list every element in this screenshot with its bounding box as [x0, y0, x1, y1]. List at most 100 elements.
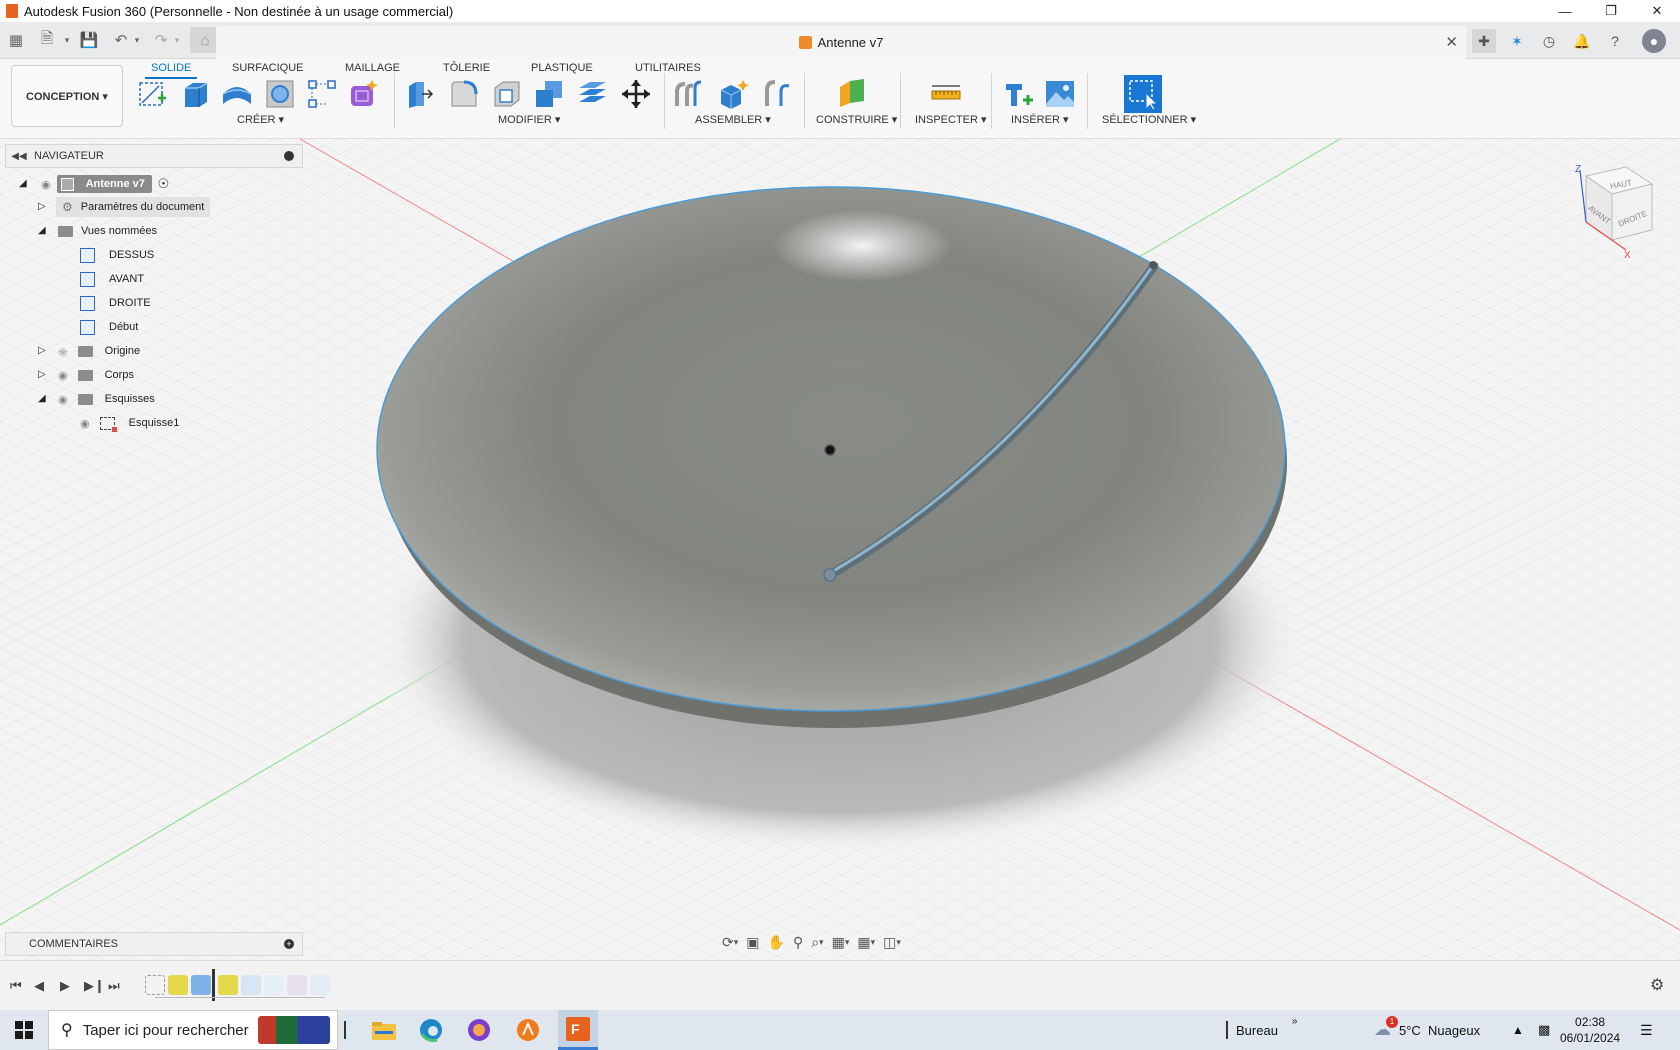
viewport-canvas[interactable]: HAUT AVANT DROITE Z X	[0, 139, 1680, 960]
tab-utilitaires[interactable]: UTILITAIRES	[635, 62, 701, 74]
visibility-eye-icon[interactable]: ◉	[58, 369, 68, 382]
minimize-button[interactable]: —	[1542, 0, 1588, 22]
grid-settings-icon[interactable]: ▦	[857, 934, 870, 951]
battery-icon[interactable]: ▩	[1538, 1010, 1550, 1050]
help-icon[interactable]: ?	[1603, 29, 1627, 53]
joint-icon[interactable]	[673, 77, 707, 111]
viewports-chevron-icon[interactable]: ▾	[896, 937, 901, 948]
orbit-icon[interactable]: ⟳	[722, 934, 734, 951]
insert-canvas-icon[interactable]	[1043, 77, 1077, 111]
collapsed-triangle-icon[interactable]: ▷	[38, 201, 50, 213]
taskbar-browser-icon[interactable]	[459, 1014, 499, 1046]
restore-button[interactable]: ❐	[1588, 0, 1634, 22]
extrude-icon[interactable]	[178, 77, 212, 111]
extensions-icon[interactable]: ✶	[1505, 29, 1529, 53]
group-selectionner[interactable]: SÉLECTIONNER ▾	[1102, 113, 1196, 126]
close-tab-icon[interactable]: ✕	[1445, 33, 1458, 51]
weather-widget[interactable]: ☁ 1 5°C Nuageux	[1374, 1010, 1480, 1050]
tab-surfacique[interactable]: SURFACIQUE	[232, 62, 304, 74]
group-inspecter[interactable]: INSPECTER ▾	[915, 113, 987, 126]
timeline-feature-icon[interactable]	[264, 975, 284, 995]
notifications-icon[interactable]: 🔔	[1570, 29, 1594, 53]
start-button[interactable]	[15, 1021, 33, 1039]
taskbar-explorer-icon[interactable]	[364, 1014, 404, 1046]
collapse-panel-icon[interactable]: ◀◀	[10, 151, 28, 162]
timeline-feature-icon[interactable]	[191, 975, 211, 995]
tab-plastique[interactable]: PLASTIQUE	[531, 62, 593, 74]
add-comment-icon[interactable]: +	[284, 939, 294, 949]
redo-chevron-icon[interactable]: ▾	[166, 29, 188, 51]
fit-icon[interactable]: ⌕	[811, 934, 819, 951]
collapsed-triangle-icon[interactable]: ▷	[38, 369, 50, 381]
select-icon[interactable]	[1124, 75, 1162, 113]
hole-icon[interactable]	[263, 77, 297, 111]
workspace-selector[interactable]: CONCEPTION ▾	[11, 65, 123, 127]
tree-item-bodies[interactable]: ▷ ◉ Corps	[38, 364, 134, 386]
undo-chevron-icon[interactable]: ▾	[126, 29, 148, 51]
close-window-button[interactable]: ✕	[1634, 0, 1680, 22]
toolbar-expand-icon[interactable]: »	[1292, 1016, 1298, 1027]
tree-item-origin[interactable]: ▷ ◉ Origine	[38, 340, 140, 362]
root-component[interactable]: Antenne v7	[56, 175, 152, 193]
navigator-minimize-icon[interactable]	[284, 151, 294, 161]
chevron-down-icon[interactable]: ▾	[56, 29, 78, 51]
go-to-end-icon[interactable]: ⏭	[108, 978, 120, 994]
taskbar-fusion-icon[interactable]: F	[558, 1010, 598, 1050]
grid-chevron-icon[interactable]: ▾	[871, 937, 876, 948]
move-icon[interactable]	[619, 77, 653, 111]
expanded-triangle-icon[interactable]: ◢	[38, 393, 50, 405]
desktop-toolbar[interactable]: Bureau »	[1226, 1010, 1297, 1050]
pattern-icon[interactable]	[305, 77, 339, 111]
fillet-icon[interactable]	[447, 77, 481, 111]
tree-root[interactable]: ◢ ◉ Antenne v7 ☉	[19, 173, 169, 195]
new-tab-icon[interactable]: ✚	[1472, 29, 1496, 53]
show-hidden-icons-icon[interactable]: ▲	[1512, 1010, 1524, 1050]
file-menu-icon[interactable]: 🗎	[36, 29, 58, 51]
orbit-chevron-icon[interactable]: ▾	[734, 937, 739, 948]
tab-maillage[interactable]: MAILLAGE	[345, 62, 400, 74]
action-center-icon[interactable]: ☰	[1640, 1010, 1653, 1050]
tree-item-view-home[interactable]: Début	[80, 316, 138, 338]
insert-derive-icon[interactable]	[1002, 77, 1036, 111]
timeline-feature-icon[interactable]	[310, 975, 330, 995]
document-settings-node[interactable]: ⚙ Paramètres du document	[56, 197, 211, 217]
dish-center-point[interactable]	[824, 444, 836, 456]
fit-chevron-icon[interactable]: ▾	[819, 937, 824, 948]
collapsed-triangle-icon[interactable]: ▷	[38, 345, 50, 357]
apps-grid-icon[interactable]: ▦	[5, 29, 27, 51]
measure-icon[interactable]	[929, 77, 963, 111]
timeline-settings-gear-icon[interactable]: ⚙	[1650, 975, 1664, 995]
timeline-feature-icon[interactable]	[218, 975, 238, 995]
display-settings-icon[interactable]: ▦	[832, 934, 845, 951]
visibility-eye-icon[interactable]: ◉	[80, 417, 90, 430]
expanded-triangle-icon[interactable]: ◢	[19, 178, 31, 190]
create-form-icon[interactable]	[346, 77, 380, 111]
model-viewport[interactable]: HAUT AVANT DROITE Z X	[0, 139, 1680, 960]
timeline-sketch-icon[interactable]	[145, 975, 165, 995]
clock[interactable]: 02:38 06/01/2024	[1560, 1014, 1620, 1046]
revolve-icon[interactable]	[220, 77, 254, 111]
visibility-eye-icon[interactable]: ◉	[41, 178, 51, 191]
zoom-icon[interactable]: ⚲	[793, 934, 803, 951]
group-assembler[interactable]: ASSEMBLER ▾	[695, 113, 771, 126]
viewports-icon[interactable]: ◫	[883, 934, 896, 951]
look-at-icon[interactable]: ▣	[746, 934, 759, 951]
offset-face-icon[interactable]	[575, 77, 609, 111]
play-icon[interactable]: ▶	[60, 978, 70, 994]
tree-item-named-views[interactable]: ◢ Vues nommées	[38, 220, 157, 242]
step-forward-icon[interactable]: ▶❙	[84, 978, 105, 994]
visibility-eye-icon[interactable]: ◉	[58, 393, 68, 406]
expanded-triangle-icon[interactable]: ◢	[38, 225, 50, 237]
combine-icon[interactable]	[532, 77, 566, 111]
tree-item-sketches[interactable]: ◢ ◉ Esquisses	[38, 388, 155, 410]
shell-icon[interactable]	[490, 77, 524, 111]
group-inserer[interactable]: INSÉRER ▾	[1011, 113, 1068, 126]
tree-item-view-right[interactable]: DROITE	[80, 292, 151, 314]
tree-item-document-settings[interactable]: ▷ ⚙ Paramètres du document	[38, 196, 211, 218]
pan-icon[interactable]: ✋	[768, 934, 785, 951]
activate-radio-icon[interactable]: ☉	[158, 176, 170, 192]
go-to-start-icon[interactable]: ⏮	[10, 978, 22, 994]
group-construire[interactable]: CONSTRUIRE ▾	[816, 113, 897, 126]
tree-item-sketch1[interactable]: ◉ Esquisse1	[80, 412, 179, 434]
document-tab[interactable]: Antenne v7 ✕	[216, 26, 1466, 59]
